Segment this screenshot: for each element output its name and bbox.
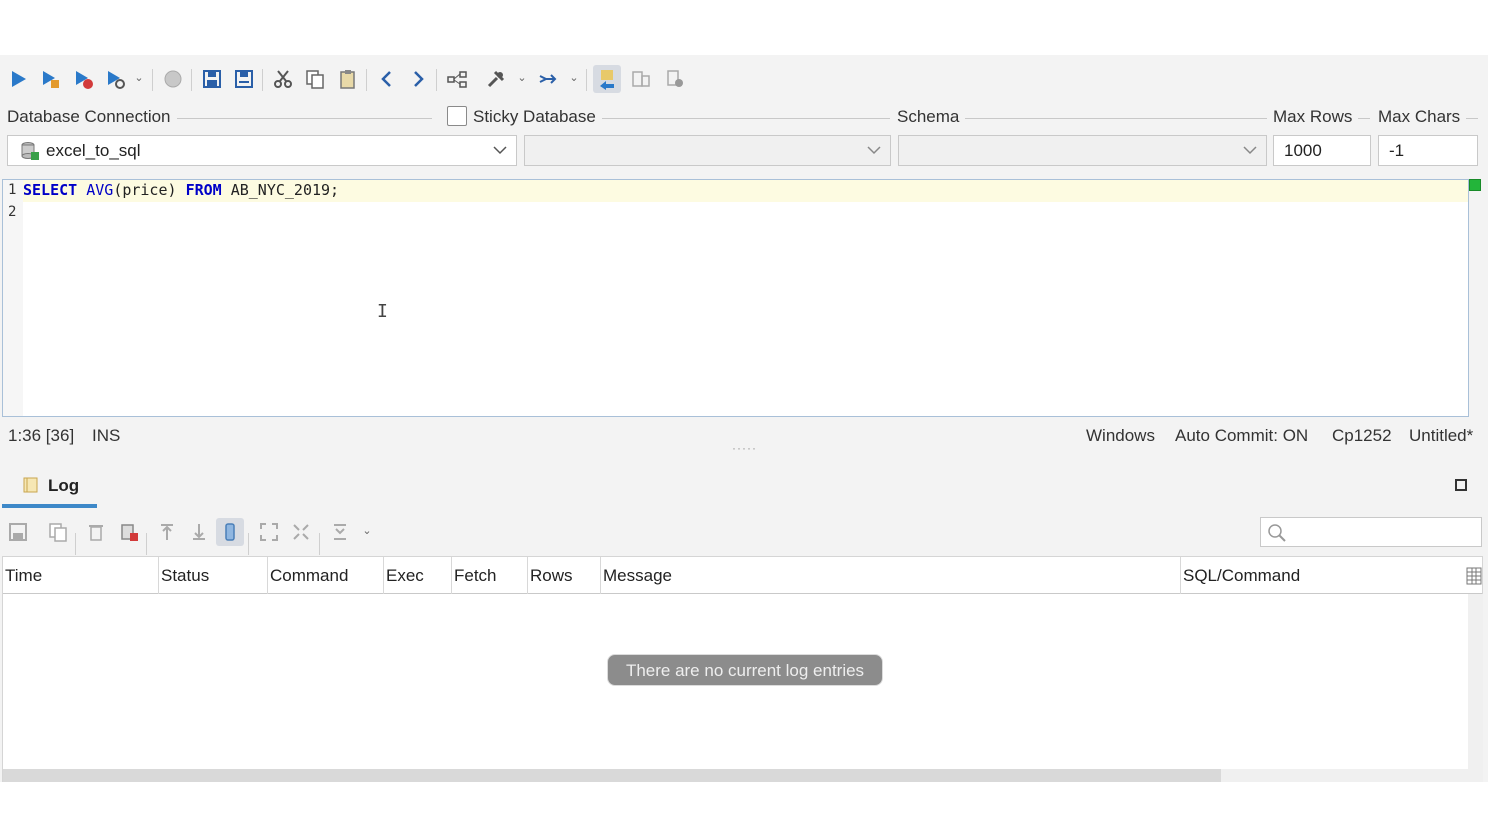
- schema-select[interactable]: [898, 135, 1267, 166]
- tab-underline: [2, 504, 97, 508]
- maximize-icon[interactable]: [1455, 479, 1467, 491]
- log-search-input[interactable]: [1260, 517, 1482, 547]
- empty-log-message: There are no current log entries: [607, 654, 883, 686]
- stop-icon: [159, 65, 187, 93]
- auto-complete-icon[interactable]: [593, 65, 621, 93]
- column-header-time[interactable]: Time: [3, 557, 159, 594]
- column-header-status[interactable]: Status: [159, 557, 268, 594]
- log-table-header: Time Status Command Exec Fetch Rows Mess…: [3, 557, 1482, 594]
- tab-log-label: Log: [48, 476, 80, 495]
- text-cursor-icon: I: [377, 301, 388, 322]
- main-toolbar: ⌄ ⌄ ⌄: [0, 55, 1488, 103]
- encoding: Cp1252: [1332, 426, 1392, 445]
- scrollbar-thumb[interactable]: [3, 769, 1221, 782]
- copy-icon[interactable]: [301, 65, 329, 93]
- chevron-down-icon: [1243, 146, 1257, 155]
- line-number: 2: [8, 204, 17, 220]
- max-rows-input[interactable]: 1000: [1273, 135, 1371, 166]
- tools-icon[interactable]: [482, 65, 510, 93]
- max-rows-label: Max Rows: [1273, 107, 1359, 127]
- scroll-bottom-icon: [185, 518, 213, 546]
- database-connection-select[interactable]: excel_to_sql: [7, 135, 517, 166]
- cut-icon[interactable]: [269, 65, 297, 93]
- back-icon[interactable]: [373, 65, 401, 93]
- log-table: Time Status Command Exec Fetch Rows Mess…: [2, 556, 1483, 782]
- line-number: 1: [8, 182, 17, 198]
- goto-icon[interactable]: [534, 65, 562, 93]
- sql-keyword: FROM: [185, 181, 222, 199]
- horizontal-scrollbar[interactable]: [3, 769, 1468, 782]
- column-header-fetch[interactable]: Fetch: [452, 557, 528, 594]
- search-icon: [1268, 524, 1286, 542]
- sql-table-name: AB_NYC_2019;: [230, 181, 340, 199]
- divider: [170, 118, 432, 119]
- save-icon[interactable]: [198, 65, 226, 93]
- chevron-down-icon[interactable]: ⌄: [568, 71, 580, 87]
- column-header-command[interactable]: Command: [268, 557, 384, 594]
- column-header-message[interactable]: Message: [601, 557, 1181, 594]
- sql-keyword: SELECT: [23, 181, 78, 199]
- sticky-database-label: Sticky Database: [473, 107, 602, 127]
- database-select[interactable]: [524, 135, 891, 166]
- status-marker-icon: [1469, 179, 1481, 191]
- collapse-icon: [287, 518, 315, 546]
- paste-icon[interactable]: [334, 65, 362, 93]
- max-chars-input[interactable]: -1: [1378, 135, 1478, 166]
- divider: [598, 118, 890, 119]
- expand-icon: [255, 518, 283, 546]
- save-log-icon: [4, 518, 32, 546]
- insert-mode: INS: [92, 426, 121, 445]
- sql-editor-window: ⌄ ⌄ ⌄ Database Connection Sticky Databas…: [0, 55, 1488, 782]
- line-number-gutter: 1 2: [3, 180, 23, 416]
- sql-args: (price): [113, 181, 177, 199]
- code-line-1[interactable]: SELECT AVG(price) FROM AB_NYC_2019;: [23, 181, 339, 199]
- save-as-icon[interactable]: [230, 65, 258, 93]
- sql-function: AVG: [86, 181, 114, 199]
- forward-icon[interactable]: [404, 65, 432, 93]
- divider: [960, 118, 1267, 119]
- chevron-down-icon: ⌄: [362, 525, 372, 537]
- database-connection-label: Database Connection: [7, 107, 177, 127]
- clear-log-icon[interactable]: [115, 518, 143, 546]
- scroll-lock-icon[interactable]: [216, 518, 244, 546]
- scroll-top-icon: [153, 518, 181, 546]
- chevron-down-icon: [867, 146, 881, 155]
- delete-icon: [82, 518, 110, 546]
- log-icon: [23, 477, 38, 493]
- cursor-position: 1:36 [36]: [8, 426, 75, 445]
- schema-label: Schema: [897, 107, 966, 127]
- chevron-down-icon[interactable]: ⌄: [133, 71, 145, 87]
- auto-commit-status[interactable]: Auto Commit: ON: [1175, 426, 1308, 446]
- query-builder-icon[interactable]: [443, 65, 471, 93]
- sql-editor[interactable]: 1 2 SELECT AVG(price) FROM AB_NYC_2019;: [2, 179, 1469, 417]
- column-header-rows[interactable]: Rows: [528, 557, 601, 594]
- sticky-database-checkbox[interactable]: [447, 106, 467, 126]
- format-icon: [627, 65, 655, 93]
- filter-icon: [326, 518, 354, 546]
- copy-log-icon: [44, 518, 72, 546]
- chevron-down-icon[interactable]: ⌄: [516, 71, 528, 87]
- tab-log[interactable]: Log: [2, 471, 97, 508]
- line-endings: Windows: [1086, 426, 1155, 445]
- vertical-scrollbar[interactable]: [1468, 594, 1483, 782]
- execute-explain-icon[interactable]: [101, 65, 129, 93]
- column-header-exec[interactable]: Exec: [384, 557, 452, 594]
- splitter-handle[interactable]: ·····: [732, 441, 757, 455]
- column-chooser-icon[interactable]: [1466, 567, 1482, 585]
- max-chars-label: Max Chars: [1378, 107, 1467, 127]
- column-header-sql-command[interactable]: SQL/Command: [1181, 557, 1466, 594]
- database-icon: [21, 142, 39, 160]
- chevron-down-icon: [493, 146, 507, 155]
- execute-icon[interactable]: [4, 65, 32, 93]
- file-name: Untitled*: [1409, 426, 1474, 445]
- execute-stop-on-error-icon[interactable]: [69, 65, 97, 93]
- bookmark-icon: [661, 65, 689, 93]
- connection-value: excel_to_sql: [46, 141, 141, 160]
- execute-current-icon[interactable]: [36, 65, 64, 93]
